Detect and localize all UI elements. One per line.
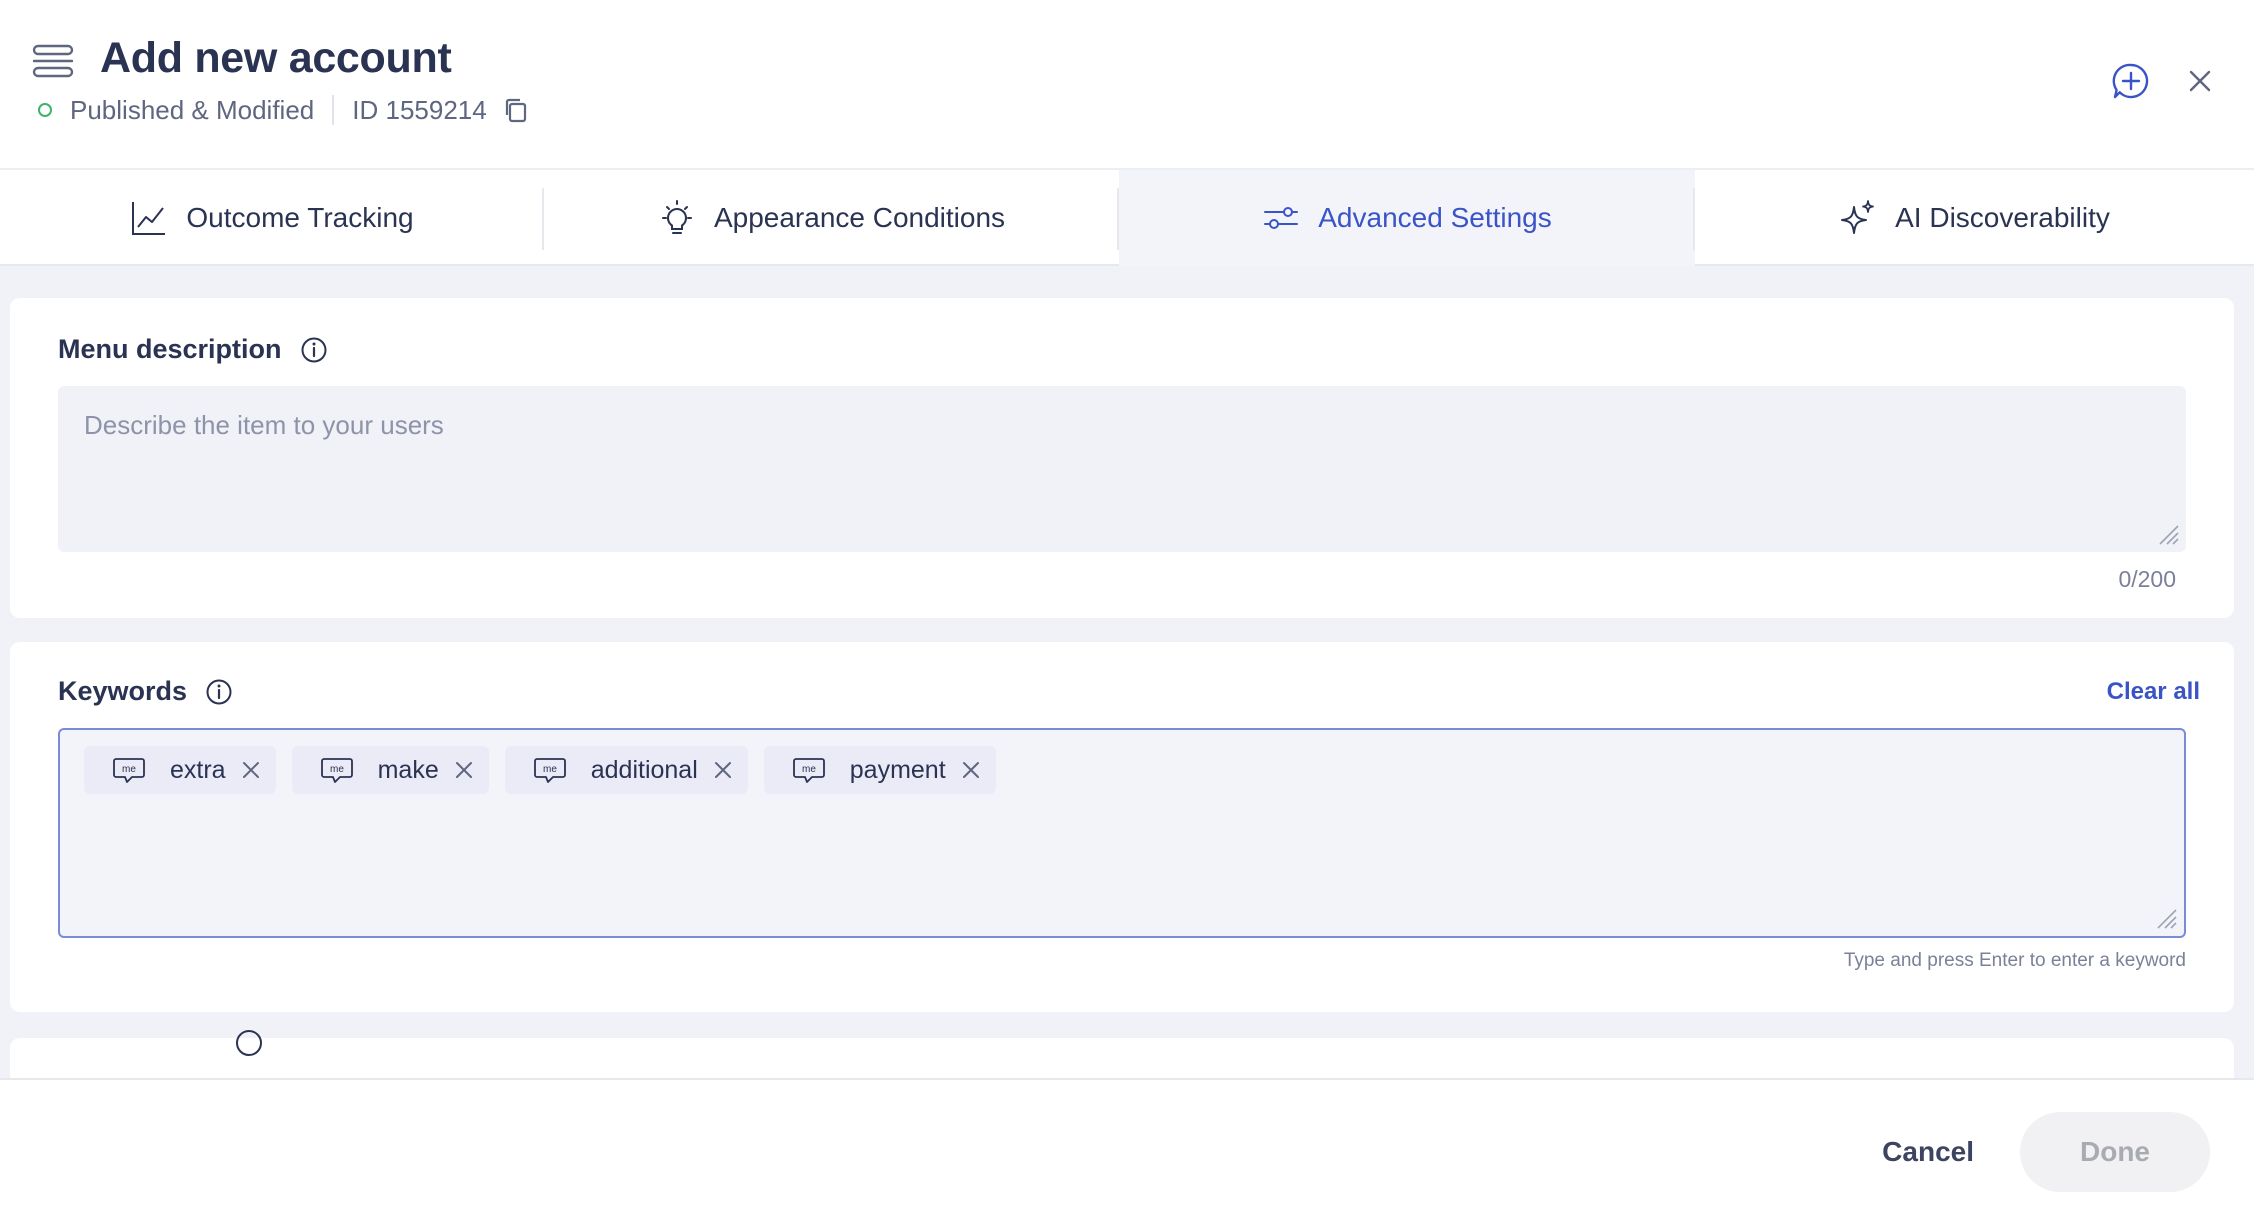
menu-description-label: Menu description — [58, 334, 328, 365]
keyword-chip: me extra — [84, 746, 276, 794]
cancel-button[interactable]: Cancel — [1882, 1136, 1974, 1168]
info-icon — [236, 1030, 262, 1056]
keywords-hint: Type and press Enter to enter a keyword — [1843, 950, 2186, 971]
label-text: Menu description — [58, 334, 282, 364]
resize-handle-icon[interactable] — [2158, 524, 2180, 546]
settings-content[interactable]: Menu description Describe the item to yo… — [0, 266, 2254, 1078]
editor-page: Add new account Published & Modified ID … — [0, 0, 2254, 1226]
clear-all-button[interactable]: Clear all — [2107, 678, 2200, 706]
svg-text:me: me — [122, 764, 136, 775]
keywords-label: Keywords — [58, 676, 233, 707]
header-actions — [2112, 62, 2214, 100]
tab-label: Advanced Settings — [1318, 202, 1552, 233]
keyword-chip: me make — [291, 746, 489, 794]
menu-description-input[interactable]: Describe the item to your users — [58, 386, 2186, 552]
svg-text:me: me — [802, 764, 816, 775]
tab-label: Outcome Tracking — [186, 202, 414, 233]
sparkle-icon — [1841, 200, 1875, 234]
description-placeholder: Describe the item to your users — [84, 410, 444, 440]
done-button[interactable]: Done — [2020, 1112, 2210, 1192]
remove-keyword-icon[interactable] — [714, 761, 732, 779]
status-dot-icon — [38, 103, 52, 117]
tab-bar: Outcome Tracking Appearance Conditions A… — [0, 168, 2254, 266]
keywords-card: Keywords Clear all me extra me make me a… — [10, 642, 2234, 1012]
me-bubble-icon: me — [533, 758, 566, 783]
remove-keyword-icon[interactable] — [455, 761, 473, 779]
menu-description-card: Menu description Describe the item to yo… — [10, 298, 2234, 618]
me-bubble-icon: me — [113, 758, 145, 783]
keywords-input[interactable]: me extra me make me additional me paymen… — [58, 728, 2186, 938]
keyword-text: extra — [170, 755, 226, 784]
svg-text:me: me — [330, 764, 344, 775]
resize-handle-icon[interactable] — [2156, 908, 2178, 930]
tab-label: AI Discoverability — [1895, 202, 2110, 233]
copy-icon[interactable] — [503, 97, 529, 123]
tab-outcome-tracking[interactable]: Outcome Tracking — [0, 170, 544, 266]
keyword-chip: me additional — [504, 746, 748, 794]
tab-advanced-settings[interactable]: Advanced Settings — [1119, 170, 1695, 266]
page-title: Add new account — [100, 34, 452, 82]
keyword-chip: me payment — [763, 746, 996, 794]
tab-label: Appearance Conditions — [713, 202, 1006, 233]
status-text: Published & Modified — [70, 94, 315, 125]
me-bubble-icon: me — [320, 758, 353, 783]
keyword-text: payment — [849, 755, 946, 784]
remove-keyword-icon[interactable] — [242, 761, 260, 779]
character-counter: 0/200 — [2118, 566, 2176, 592]
next-setting-card — [10, 1030, 2234, 1078]
svg-text:me: me — [543, 764, 557, 775]
tab-appearance-conditions[interactable]: Appearance Conditions — [544, 170, 1119, 266]
tab-ai-discoverability[interactable]: AI Discoverability — [1695, 170, 2254, 266]
info-icon[interactable] — [300, 336, 328, 364]
divider — [332, 95, 335, 125]
close-icon[interactable] — [2186, 67, 2214, 95]
me-bubble-icon: me — [792, 758, 825, 783]
keyword-text: make — [377, 755, 439, 784]
item-id: ID 1559214 — [352, 94, 487, 125]
status-row: Published & Modified ID 1559214 — [38, 94, 529, 126]
remove-keyword-icon[interactable] — [962, 761, 980, 779]
add-comment-icon[interactable] — [2112, 62, 2150, 100]
keyword-chips: me extra me make me additional me paymen… — [84, 746, 996, 794]
label-text: Keywords — [58, 676, 188, 706]
lightbulb-icon — [661, 200, 692, 234]
line-chart-icon — [132, 202, 166, 235]
footer: Cancel Done — [0, 1078, 2254, 1226]
menu-item-icon — [32, 44, 74, 78]
keyword-text: additional — [590, 755, 698, 784]
header: Add new account Published & Modified ID … — [0, 0, 2254, 168]
info-icon[interactable] — [205, 678, 233, 706]
sliders-icon — [1264, 207, 1299, 229]
